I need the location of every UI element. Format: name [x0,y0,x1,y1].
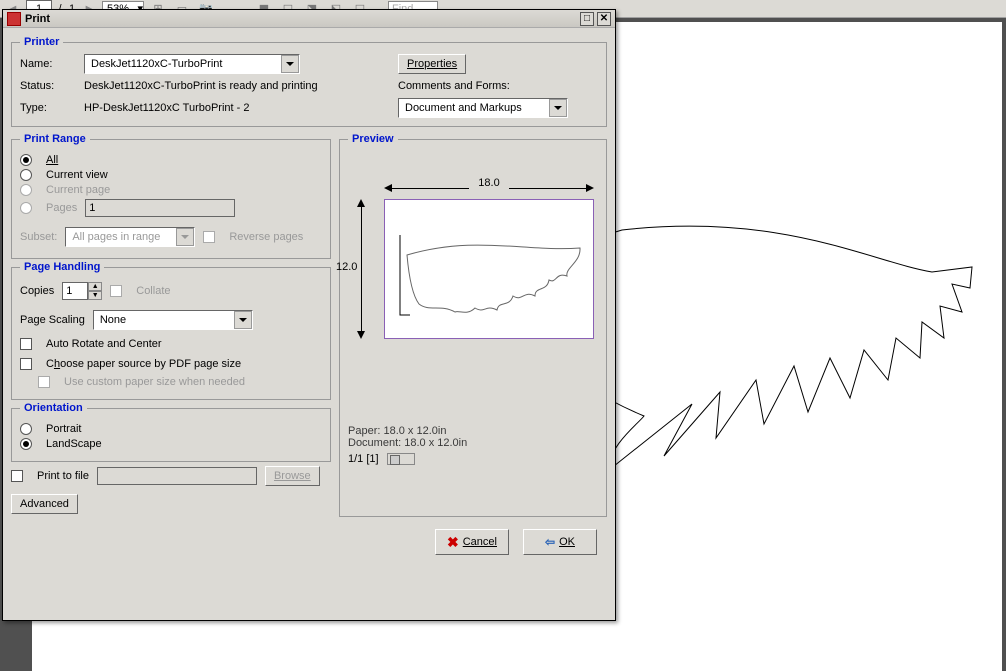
properties-button[interactable]: Properties [398,54,466,74]
reverse-check [203,231,215,243]
cancel-x-icon: ✖ [447,534,459,551]
range-all-label: All [46,154,58,166]
document-size-label: Document: 18.0 x 12.0in [348,437,598,449]
preview-legend: Preview [348,133,398,145]
printer-group: Printer Name: DeskJet1120xC-TurboPrint P… [11,36,607,127]
portrait-label: Portrait [46,423,81,435]
ok-button[interactable]: ⇦ OK [523,529,597,555]
use-custom-check [38,376,50,388]
landscape-radio[interactable] [20,438,32,450]
spin-up-icon[interactable]: ▲ [88,282,102,291]
reverse-label: Reverse pages [229,231,303,243]
choose-paper-label: Choose paper source by PDF page size [46,358,241,370]
preview-height-label: 12.0 [336,261,357,273]
ok-arrow-icon: ⇦ [545,535,555,549]
file-path-field [97,467,257,485]
print-to-file-label: Print to file [37,470,89,482]
close-icon[interactable]: ✕ [597,12,611,26]
page-handling-group: Page Handling Copies ▲▼ Collate Page Sca… [11,261,331,400]
range-currentview-radio[interactable] [20,169,32,181]
preview-width-ruler: 18.0 [384,181,594,195]
app-icon [7,12,21,26]
subset-label: Subset: [20,231,57,243]
range-legend: Print Range [20,133,90,145]
preview-page-slider[interactable] [387,453,415,465]
choose-paper-check[interactable] [20,358,32,370]
dialog-title: Print [25,13,577,25]
preview-group: Preview 18.0 12.0 P [339,133,607,517]
copies-input[interactable] [62,282,88,300]
preview-canvas [384,199,594,339]
spin-down-icon[interactable]: ▼ [88,291,102,300]
auto-rotate-check[interactable] [20,338,32,350]
chevron-down-icon[interactable] [549,99,567,117]
comments-combo[interactable]: Document and Markups [398,98,568,118]
landscape-label: LandScape [46,438,102,450]
paper-size-label: Paper: 18.0 x 12.0in [348,425,598,437]
range-pages-label: Pages [46,202,77,214]
print-dialog: Print □ ✕ Printer Name: DeskJet1120xC-Tu… [2,9,616,621]
comments-label: Comments and Forms: [398,80,598,92]
chevron-down-icon[interactable] [234,311,252,329]
scaling-label: Page Scaling [20,314,85,326]
copies-label: Copies [20,285,54,297]
copies-stepper[interactable]: ▲▼ [62,282,102,300]
advanced-button[interactable]: Advanced [11,494,78,514]
collate-check [110,285,122,297]
titlebar[interactable]: Print □ ✕ [3,10,615,28]
print-range-group: Print Range All Current view Current pag… [11,133,331,259]
status-label: Status: [20,80,72,92]
cancel-button[interactable]: ✖ Cancel [435,529,509,555]
orientation-legend: Orientation [20,402,87,414]
printer-legend: Printer [20,36,63,48]
chevron-down-icon[interactable] [281,55,299,73]
maximize-icon[interactable]: □ [580,12,594,26]
range-currentview-label: Current view [46,169,108,181]
collate-label: Collate [136,285,170,297]
use-custom-label: Use custom paper size when needed [64,376,245,388]
type-label: Type: [20,102,72,114]
range-currentpage-radio [20,184,32,196]
range-pages-field [85,199,235,217]
auto-rotate-label: Auto Rotate and Center [46,338,162,350]
subset-combo: All pages in range [65,227,195,247]
print-to-file-check[interactable] [11,470,23,482]
preview-page-nav: 1/1 [1] [348,453,379,465]
type-value: HP-DeskJet1120xC TurboPrint - 2 [84,102,386,114]
status-value: DeskJet1120xC-TurboPrint is ready and pr… [84,80,386,92]
preview-artwork [385,200,595,340]
range-currentpage-label: Current page [46,184,110,196]
portrait-radio[interactable] [20,423,32,435]
name-label: Name: [20,58,72,70]
browse-button: Browse [265,466,320,486]
orientation-group: Orientation Portrait LandScape [11,402,331,462]
range-pages-radio [20,202,32,214]
handling-legend: Page Handling [20,261,104,273]
range-all-radio[interactable] [20,154,32,166]
scaling-combo[interactable]: None [93,310,253,330]
chevron-down-icon [176,228,194,246]
printer-select[interactable]: DeskJet1120xC-TurboPrint [84,54,300,74]
